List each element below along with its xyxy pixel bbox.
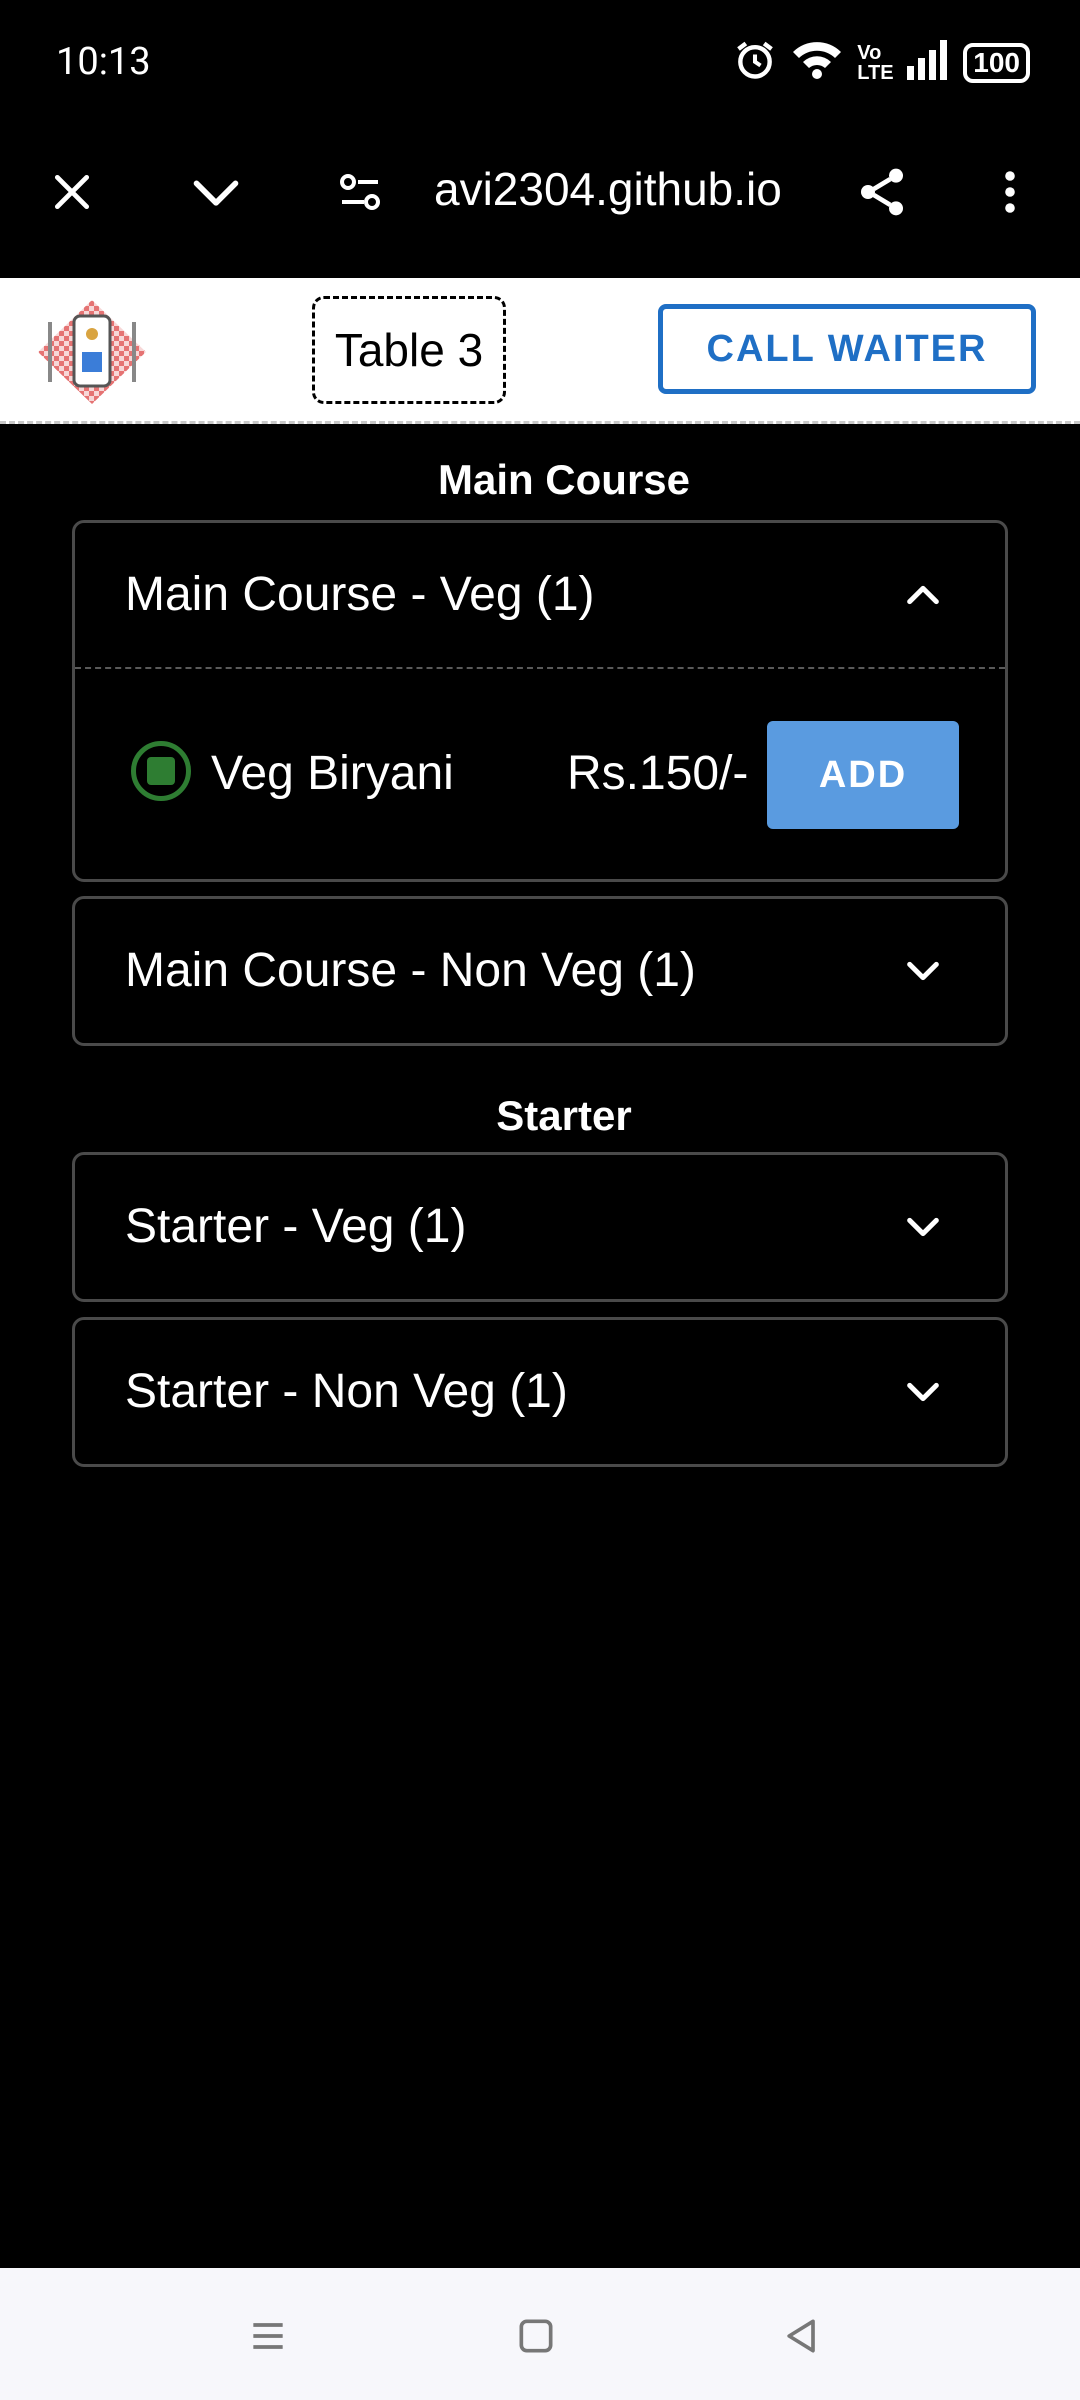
chevron-down-icon[interactable] <box>901 1370 945 1414</box>
site-settings-icon[interactable] <box>328 160 392 224</box>
item-price: Rs.150/- <box>567 747 749 800</box>
page-header: Table 3 CALL WAITER <box>0 278 1080 424</box>
status-bar: 10:13 Vo LTE 100 <box>0 0 1080 122</box>
table-number: Table 3 <box>312 296 506 404</box>
recent-apps-icon[interactable] <box>238 2306 298 2366</box>
status-time: 10:13 <box>56 40 151 84</box>
category-title: Main Course - Non Veg (1) <box>125 944 696 997</box>
signal-icon <box>905 40 949 85</box>
browser-toolbar: avi2304.github.io <box>0 122 1080 278</box>
accordion-header-main-course-veg[interactable]: Main Course - Veg (1) <box>75 523 1005 667</box>
item-name: Veg Biryani <box>211 747 454 800</box>
chevron-down-icon[interactable] <box>184 160 248 224</box>
back-icon[interactable] <box>772 2306 832 2366</box>
category-card-starter-veg: Starter - Veg (1) <box>72 1152 1008 1302</box>
home-icon[interactable] <box>506 2306 566 2366</box>
category-card-main-course-non-veg: Main Course - Non Veg (1) <box>72 896 1008 1046</box>
share-icon[interactable] <box>850 160 914 224</box>
url-bar[interactable]: avi2304.github.io <box>434 162 782 216</box>
chevron-down-icon[interactable] <box>901 1205 945 1249</box>
chevron-up-icon[interactable] <box>901 573 945 617</box>
accordion-header-main-course-non-veg[interactable]: Main Course - Non Veg (1) <box>75 899 1005 1043</box>
category-title: Main Course - Veg (1) <box>125 568 595 621</box>
accordion-header-starter-non-veg[interactable]: Starter - Non Veg (1) <box>75 1320 1005 1464</box>
close-icon[interactable] <box>40 160 104 224</box>
more-vert-icon[interactable] <box>978 160 1042 224</box>
volte-icon: Vo LTE <box>857 41 894 84</box>
alarm-icon <box>733 38 777 87</box>
call-waiter-button[interactable]: CALL WAITER <box>658 304 1036 394</box>
category-card-starter-non-veg: Starter - Non Veg (1) <box>72 1317 1008 1467</box>
wifi-icon <box>791 38 843 87</box>
category-title: Starter - Veg (1) <box>125 1200 467 1253</box>
status-icons: Vo LTE 100 <box>733 38 1030 87</box>
restaurant-logo[interactable] <box>34 296 150 408</box>
section-title-main-course: Main Course <box>437 456 691 503</box>
add-button[interactable]: ADD <box>767 721 959 829</box>
veg-indicator-icon <box>131 741 191 801</box>
system-nav-bar <box>0 2268 1080 2400</box>
battery-indicator: 100 <box>963 42 1030 83</box>
menu-item-row: Veg Biryani Rs.150/- ADD <box>75 669 1005 881</box>
category-title: Starter - Non Veg (1) <box>125 1365 568 1418</box>
category-card-main-course-veg: Main Course - Veg (1) Veg Biryani Rs.150… <box>72 520 1008 882</box>
accordion-header-starter-veg[interactable]: Starter - Veg (1) <box>75 1155 1005 1299</box>
chevron-down-icon[interactable] <box>901 949 945 993</box>
section-title-starter: Starter <box>496 1092 632 1139</box>
